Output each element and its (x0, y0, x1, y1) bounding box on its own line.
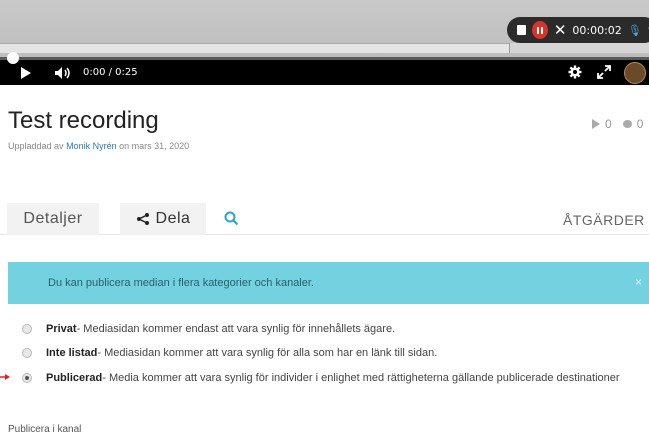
upload-info: Uppladdad av Monik Nyrén on mars 31, 202… (8, 141, 189, 151)
video-player[interactable]: ✕ 00:00:02 🎙 ✎ 0:00 / 0:25 (0, 0, 649, 85)
player-logo (624, 62, 646, 84)
info-alert: Du kan publicera median i flera kategori… (8, 262, 649, 304)
comments-count: 0 (636, 117, 644, 131)
stop-recording-button[interactable] (517, 25, 526, 35)
search-icon[interactable] (224, 211, 239, 226)
gear-icon[interactable] (568, 65, 582, 79)
actions-menu[interactable]: ÅTGÄRDER ⌄ (563, 212, 649, 228)
pointer-arrow-icon (0, 374, 10, 380)
option-private-label: Privat (46, 323, 77, 335)
pause-recording-button[interactable] (531, 21, 548, 39)
uploader-link[interactable]: Monik Nyrén (66, 141, 117, 151)
time-readout: 0:00 / 0:25 (83, 67, 138, 78)
option-published[interactable]: Publicerad - Media kommer att vara synli… (22, 372, 620, 384)
option-unlisted[interactable]: Inte listad - Mediasidan kommer att vara… (22, 347, 437, 359)
upload-date: on mars 31, 2020 (119, 141, 190, 151)
progress-handle[interactable] (7, 52, 19, 64)
recorder-toolbar: ✕ 00:00:02 🎙 ✎ (507, 17, 649, 43)
recorded-screen-statusbar (509, 43, 649, 53)
play-icon[interactable] (21, 67, 31, 79)
option-unlisted-label: Inte listad (46, 347, 98, 359)
progress-bar[interactable] (0, 57, 649, 60)
option-published-desc: - Media kommer att vara synlig för indiv… (102, 372, 620, 384)
tab-details[interactable]: Detaljer (7, 203, 99, 235)
option-private-desc: - Mediasidan kommer endast att vara synl… (76, 323, 396, 335)
cancel-recording-icon[interactable]: ✕ (554, 23, 567, 38)
close-icon[interactable]: × (635, 275, 642, 289)
tab-share[interactable]: Dela (120, 203, 206, 235)
volume-icon[interactable] (54, 66, 70, 80)
microphone-icon[interactable]: 🎙 (628, 24, 642, 37)
option-published-label: Publicerad (46, 372, 103, 384)
recorder-timer: 00:00:02 (572, 23, 622, 37)
media-tabs: Detaljer Dela ÅTGÄRDER ⌄ (0, 203, 649, 235)
radio-published[interactable] (22, 373, 32, 383)
share-icon (136, 213, 149, 225)
page-title: Test recording (8, 107, 159, 134)
plays-count: 0 (605, 117, 612, 131)
publish-channel-label: Publicera i kanal (8, 424, 82, 435)
alert-message: Du kan publicera median i flera kategori… (48, 277, 314, 289)
uploaded-by-label: Uppladdad av (8, 141, 64, 151)
option-unlisted-desc: - Mediasidan kommer att vara synlig för … (97, 347, 438, 359)
actions-label: ÅTGÄRDER (563, 212, 645, 228)
plays-icon (592, 119, 600, 129)
fullscreen-icon[interactable] (597, 65, 611, 79)
option-private[interactable]: Privat - Mediasidan kommer endast att va… (22, 323, 395, 335)
radio-unlisted[interactable] (22, 348, 32, 358)
tab-share-label: Dela (155, 210, 191, 227)
comments-icon (622, 120, 632, 128)
media-stats: 0 0 (592, 117, 643, 131)
radio-private[interactable] (22, 324, 32, 334)
